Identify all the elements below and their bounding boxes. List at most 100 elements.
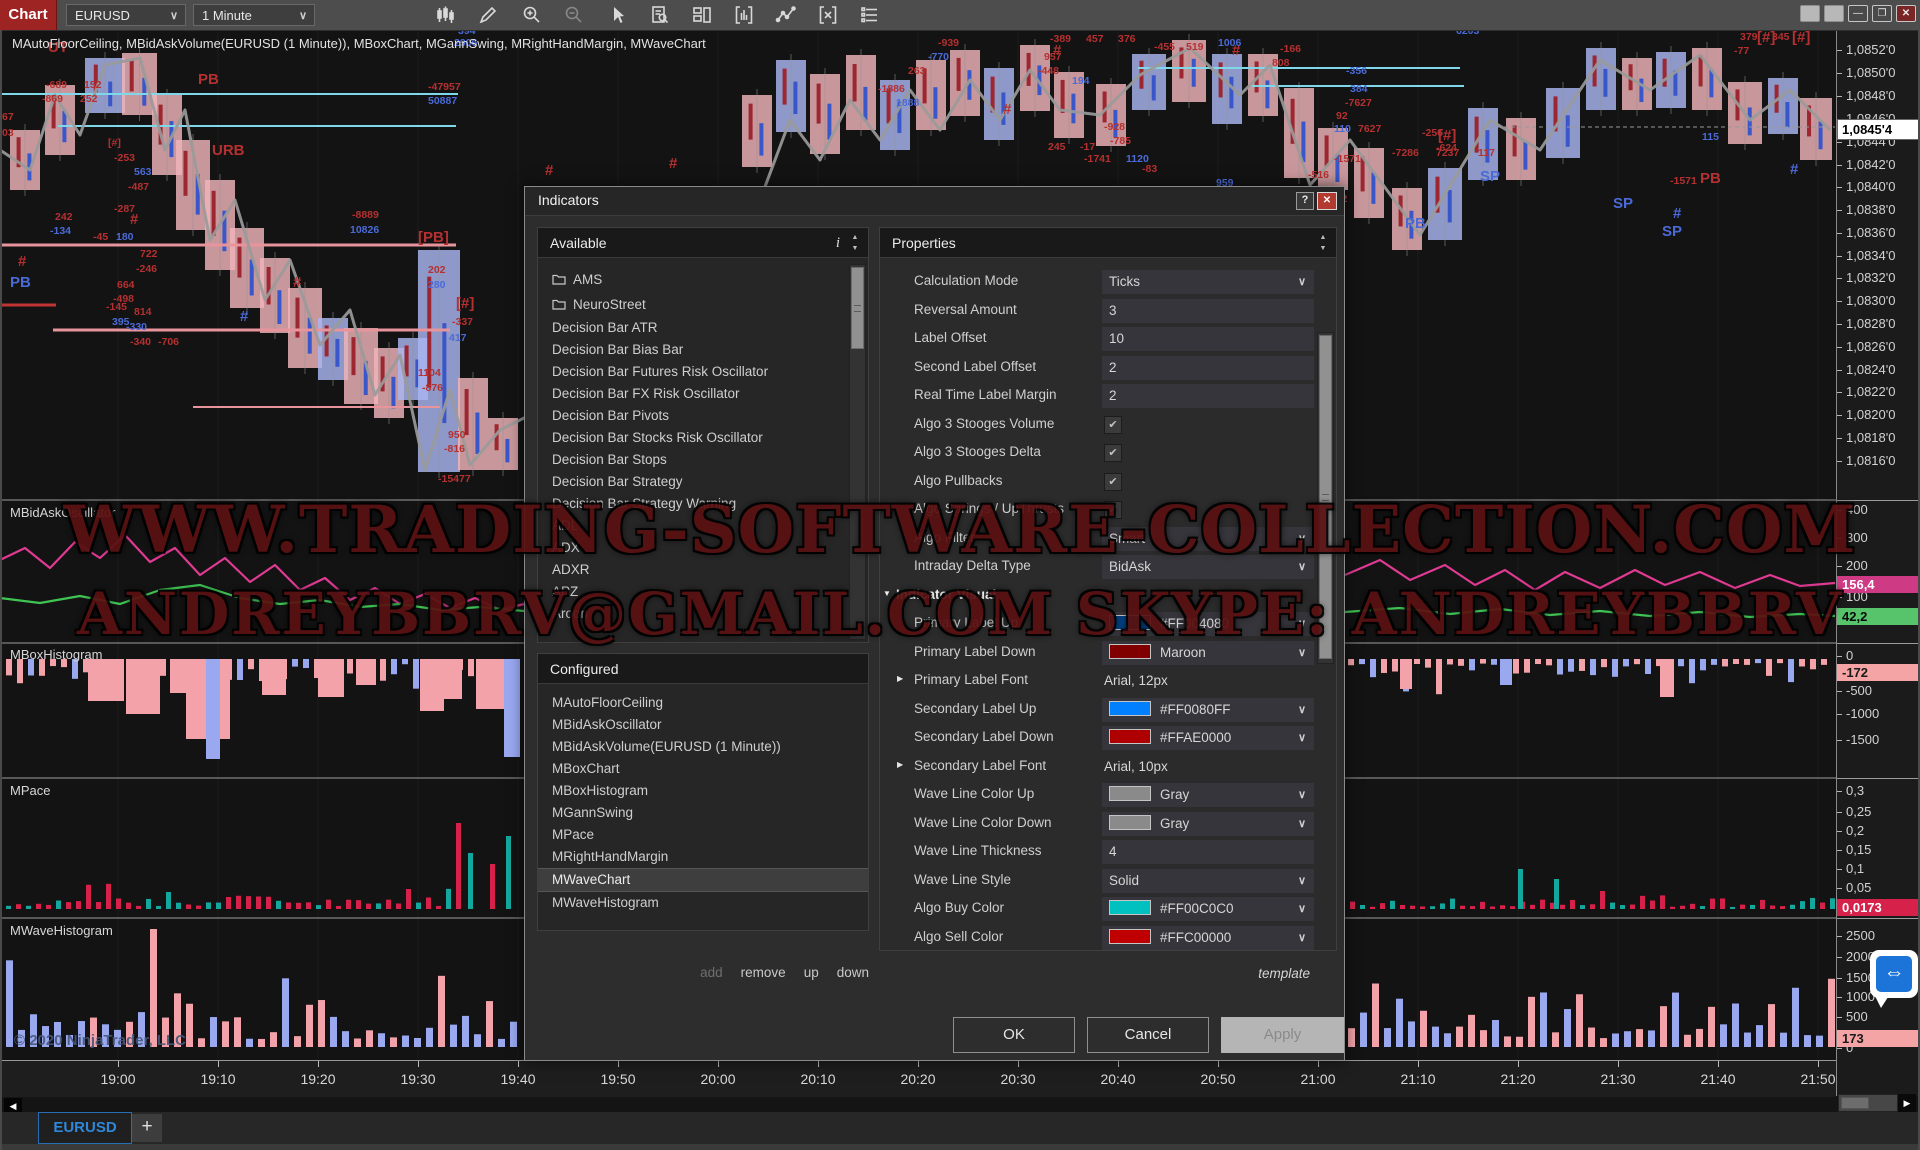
available-item[interactable]: Decision Bar Pivots <box>538 405 868 427</box>
remove-action[interactable]: remove <box>741 965 786 980</box>
dialog-close-button[interactable]: ✕ <box>1317 192 1337 210</box>
close-button[interactable]: ✕ <box>1896 5 1916 22</box>
price-axis[interactable]: 1,0845'4 1,0852'01,0850'01,0848'01,0846'… <box>1836 30 1919 1096</box>
value-dropdown[interactable]: #FF004080∨ <box>1102 612 1314 636</box>
horizontal-scrollbar[interactable] <box>1838 1094 1898 1112</box>
expand-icon[interactable]: ▶ <box>897 760 903 769</box>
available-item[interactable]: NeuroStreet <box>538 292 868 317</box>
doc-search-icon[interactable] <box>642 3 678 27</box>
template-link[interactable]: template <box>1258 966 1310 981</box>
taskbar-button[interactable] <box>1800 5 1820 22</box>
value-input[interactable]: 2 <box>1102 384 1314 408</box>
available-item[interactable]: Decision Bar Strategy <box>538 471 868 493</box>
configured-item[interactable]: MGannSwing <box>538 802 868 824</box>
configured-item[interactable]: MBidAskOscillator <box>538 714 868 736</box>
candles-icon[interactable] <box>428 3 464 27</box>
available-item[interactable]: Decision Bar Bias Bar <box>538 339 868 361</box>
configured-item[interactable]: MAutoFloorCeiling <box>538 692 868 714</box>
instrument-select[interactable]: EURUSD ∨ <box>66 4 186 26</box>
down-action[interactable]: down <box>837 965 869 980</box>
configured-list[interactable]: MAutoFloorCeilingMBidAskOscillatorMBidAs… <box>538 684 868 930</box>
bracket-x-icon[interactable] <box>810 3 846 27</box>
window-split-icon[interactable] <box>684 3 720 27</box>
chevron-down-icon: ∨ <box>1298 555 1306 579</box>
available-item[interactable]: Decision Bar Futures Risk Oscillator <box>538 361 868 383</box>
svg-text:1006: 1006 <box>1218 37 1242 49</box>
chart-menu-button[interactable]: Chart <box>0 0 57 30</box>
scroll-right-button[interactable]: ▶ <box>1898 1094 1916 1112</box>
available-item[interactable]: ADX <box>538 537 868 559</box>
expand-icon[interactable]: ▼ <box>883 589 891 598</box>
available-item[interactable]: Decision Bar Stops <box>538 449 868 471</box>
zoom-in-icon[interactable] <box>514 3 550 27</box>
scrollbar-thumb[interactable] <box>1841 1097 1869 1109</box>
available-list[interactable]: AMSNeuroStreetDecision Bar ATRDecision B… <box>538 258 868 642</box>
value-dropdown[interactable]: Smart∨ <box>1102 527 1314 551</box>
ok-button[interactable]: OK <box>953 1017 1075 1053</box>
chart-box-icon[interactable] <box>726 3 762 27</box>
polyline-icon[interactable] <box>768 3 804 27</box>
add-tab-button[interactable]: + <box>132 1114 162 1142</box>
dialog-titlebar[interactable]: Indicators ? ✕ <box>525 187 1344 216</box>
cursor-icon[interactable] <box>600 3 636 27</box>
cancel-button[interactable]: Cancel <box>1087 1017 1209 1053</box>
configured-item[interactable]: MBoxChart <box>538 758 868 780</box>
available-item[interactable]: AMS <box>538 267 868 292</box>
time-axis[interactable]: 19:0019:1019:2019:3019:4019:5020:0020:10… <box>0 1060 1836 1097</box>
properties-scrollbar[interactable] <box>1317 332 1334 664</box>
available-item[interactable]: APZ <box>538 581 868 603</box>
value-dropdown[interactable]: #FFC00000∨ <box>1102 926 1314 950</box>
minimize-button[interactable]: — <box>1848 5 1868 22</box>
pencil-icon[interactable] <box>470 3 506 27</box>
value-dropdown[interactable]: Gray∨ <box>1102 783 1314 807</box>
value-dropdown[interactable]: Gray∨ <box>1102 812 1314 836</box>
add-action[interactable]: add <box>700 965 723 980</box>
configured-item[interactable]: MWaveHistogram <box>538 892 868 914</box>
available-item[interactable]: ADXR <box>538 559 868 581</box>
interval-select[interactable]: 1 Minute ∨ <box>193 4 315 26</box>
property-label: Algo Buy Color <box>914 900 1004 915</box>
configured-item[interactable]: MWaveChart <box>538 868 868 892</box>
value-dropdown[interactable]: Maroon∨ <box>1102 641 1314 665</box>
value-input[interactable]: 3 <box>1102 299 1314 323</box>
available-scrollbar[interactable] <box>849 264 866 640</box>
configured-item[interactable]: MPace <box>538 824 868 846</box>
scrollbar-thumb[interactable] <box>851 267 864 349</box>
value-input[interactable]: 2 <box>1102 356 1314 380</box>
value-dropdown[interactable]: Solid∨ <box>1102 869 1314 893</box>
restore-button[interactable]: ❐ <box>1872 5 1892 22</box>
configured-item[interactable]: MBoxHistogram <box>538 780 868 802</box>
scrollbar-thumb[interactable] <box>1319 335 1332 659</box>
up-action[interactable]: up <box>804 965 819 980</box>
available-item[interactable]: Decision Bar Strategy Warning <box>538 493 868 515</box>
zoom-out-icon[interactable] <box>556 3 592 27</box>
checkbox[interactable]: ✔ <box>1104 473 1122 491</box>
list-icon[interactable] <box>852 3 888 27</box>
available-item[interactable]: Aroon <box>538 603 868 625</box>
info-icon[interactable]: i <box>836 228 840 258</box>
taskbar-button[interactable] <box>1824 5 1844 22</box>
apply-button[interactable]: Apply <box>1221 1017 1344 1053</box>
value-input[interactable]: 4 <box>1102 840 1314 864</box>
spinner-icon[interactable]: ▲▼ <box>1316 232 1330 254</box>
value-dropdown[interactable]: #FF0080FF∨ <box>1102 698 1314 722</box>
help-button[interactable]: ? <box>1296 192 1314 210</box>
available-item[interactable]: ADL <box>538 515 868 537</box>
configured-item[interactable]: MRightHandMargin <box>538 846 868 868</box>
configured-item[interactable]: MBidAskVolume(EURUSD (1 Minute)) <box>538 736 868 758</box>
checkbox[interactable]: ✔ <box>1104 416 1122 434</box>
available-item[interactable]: Decision Bar ATR <box>538 317 868 339</box>
value-dropdown[interactable]: BidAsk∨ <box>1102 555 1314 579</box>
value-input[interactable]: 10 <box>1102 327 1314 351</box>
tab-eurusd[interactable]: EURUSD <box>38 1112 132 1144</box>
value-dropdown[interactable]: #FF00C0C0∨ <box>1102 897 1314 921</box>
available-item[interactable]: Decision Bar Stocks Risk Oscillator <box>538 427 868 449</box>
value-dropdown[interactable]: #FFAE0000∨ <box>1102 726 1314 750</box>
spinner-icon[interactable]: ▲▼ <box>848 232 862 254</box>
checkbox[interactable]: ✔ <box>1104 501 1122 519</box>
expand-icon[interactable]: ▶ <box>897 674 903 683</box>
checkbox[interactable]: ✔ <box>1104 444 1122 462</box>
available-item[interactable]: Decision Bar FX Risk Oscillator <box>538 383 868 405</box>
value-dropdown[interactable]: Ticks∨ <box>1102 270 1314 294</box>
teamviewer-overlay-icon[interactable]: ⇔ <box>1870 950 1920 1008</box>
